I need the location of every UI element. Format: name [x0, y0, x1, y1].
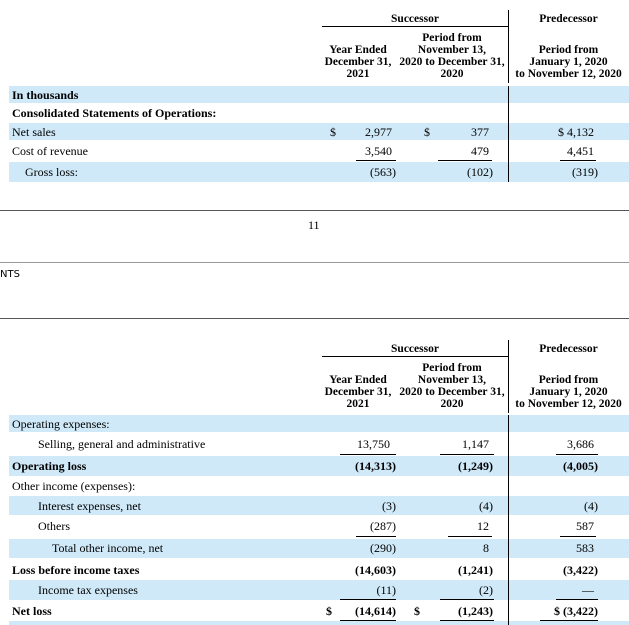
col3-header: Period from January 1, 2020 to November 12… [515, 44, 622, 80]
row-label: Cost of revenue [12, 144, 88, 158]
cell-value: 2,977 [365, 125, 392, 139]
total-line [540, 620, 598, 621]
cell-value: 12 [477, 519, 489, 533]
divider-top-body [508, 86, 509, 182]
cell-value: 479 [471, 144, 489, 158]
col1-header: Year Ended December 31, 2021 [324, 374, 392, 410]
cell-value: (319) [572, 165, 598, 179]
cell-value: (2) [479, 583, 493, 597]
total-line [440, 620, 494, 621]
cell-value: (1,249) [458, 459, 493, 473]
cell-value: (287) [370, 519, 396, 533]
band-in-thousands [9, 86, 629, 103]
dollar-sign: $ [326, 604, 332, 618]
successor-underline [322, 26, 508, 27]
col2-header: Period from November 13, 2020 to December … [399, 362, 505, 410]
page-break-rule [0, 210, 629, 211]
divider-bottom-body [508, 415, 509, 625]
subtotal-line [440, 454, 494, 455]
page-number: 11 [308, 218, 320, 232]
row-label: Gross loss: [25, 165, 79, 179]
col2-header: Period from November 13, 2020 to December … [399, 32, 505, 80]
band-row [9, 621, 629, 625]
col3-header: Period from January 1, 2020 to November 12… [515, 374, 622, 410]
cell-value: (102) [467, 165, 493, 179]
cell-value: 4,451 [567, 144, 594, 158]
cell-value: $ (3,422) [554, 604, 598, 618]
cell-value: $ 4,132 [558, 125, 594, 139]
subtotal-line [340, 599, 396, 600]
cell-value: (4) [584, 499, 598, 513]
cell-value: 377 [471, 125, 489, 139]
cell-value: (290) [370, 541, 396, 555]
subtotal-line [560, 160, 596, 161]
row-label: Operating expenses: [12, 417, 110, 431]
predecessor-header: Predecessor [539, 13, 598, 25]
row-label: Total other income, net [52, 541, 164, 555]
successor-underline [322, 356, 508, 357]
cell-value: (11) [376, 583, 396, 597]
subtotal-line [438, 160, 492, 161]
successor-header: Successor [391, 13, 439, 25]
cell-value: 583 [576, 541, 594, 555]
cell-value: 1,147 [462, 437, 489, 451]
cell-value: (14,313) [355, 459, 396, 473]
cell-value: (3,422) [563, 563, 598, 577]
divider-top-header [508, 10, 509, 83]
dollar-sign: $ [330, 125, 336, 139]
row-label: Net sales [12, 125, 56, 139]
cell-value: 13,750 [357, 437, 390, 451]
row-label: Interest expenses, net [38, 499, 141, 513]
total-line [340, 620, 396, 621]
subtotal-line [560, 536, 596, 537]
row-label: Operating loss [12, 459, 87, 473]
in-thousands-label: In thousands [12, 88, 79, 102]
cell-value: (3) [382, 499, 396, 513]
subtotal-line [356, 160, 396, 161]
cell-value: 587 [576, 519, 594, 533]
page-break-rule [0, 262, 629, 263]
cell-value: (14,614) [355, 604, 396, 618]
row-label: Selling, general and administrative [38, 437, 206, 451]
page-break-rule [0, 318, 629, 319]
cell-value: (14,603) [355, 563, 396, 577]
cell-value: 3,686 [567, 437, 594, 451]
cell-value: (4) [479, 499, 493, 513]
col1-header: Year Ended December 31, 2021 [324, 44, 392, 80]
section-title: Consolidated Statements of Operations: [12, 106, 217, 120]
header-fragment: NTS [0, 269, 20, 280]
cell-value: (1,241) [458, 563, 493, 577]
divider-bottom-header [508, 340, 509, 413]
subtotal-line [440, 599, 494, 600]
subtotal-line [556, 454, 598, 455]
subtotal-line [448, 536, 492, 537]
successor-header: Successor [391, 343, 439, 355]
subtotal-line [356, 536, 396, 537]
cell-value: (1,243) [458, 604, 493, 618]
subtotal-line [556, 599, 598, 600]
cell-value: 3,540 [365, 144, 392, 158]
row-label: Others [38, 519, 70, 533]
subtotal-line [340, 454, 396, 455]
row-label: Net loss [12, 604, 52, 618]
cell-value: (4,005) [563, 459, 598, 473]
row-label: Loss before income taxes [12, 563, 140, 577]
dollar-sign: $ [414, 604, 420, 618]
row-label: Other income (expenses): [12, 479, 136, 493]
cell-value: — [582, 583, 594, 597]
predecessor-header: Predecessor [539, 343, 598, 355]
cell-value: 8 [483, 541, 489, 555]
row-label: Income tax expenses [38, 583, 138, 597]
cell-value: (563) [370, 165, 396, 179]
